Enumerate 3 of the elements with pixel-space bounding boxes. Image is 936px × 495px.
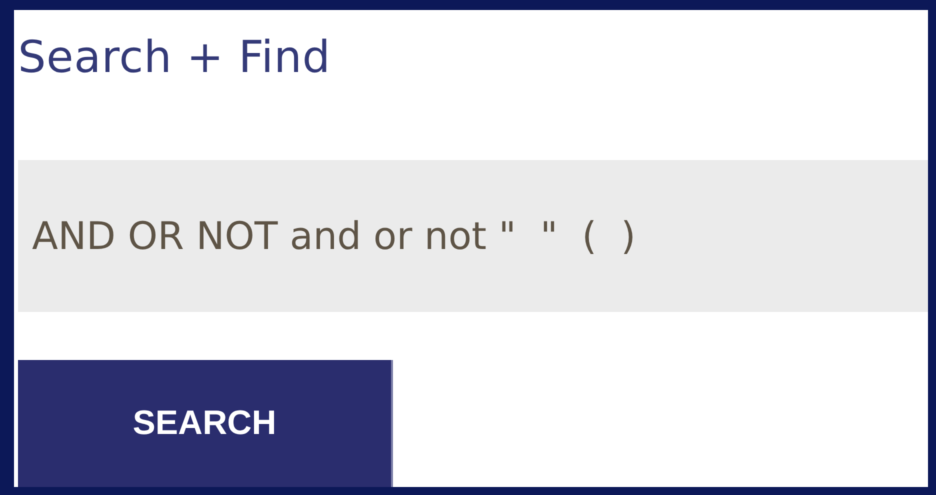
search-button[interactable]: SEARCH <box>18 360 393 487</box>
page-title: Search + Find <box>18 36 331 80</box>
search-field[interactable]: AND OR NOT and or not " " ( ) <box>18 160 928 312</box>
